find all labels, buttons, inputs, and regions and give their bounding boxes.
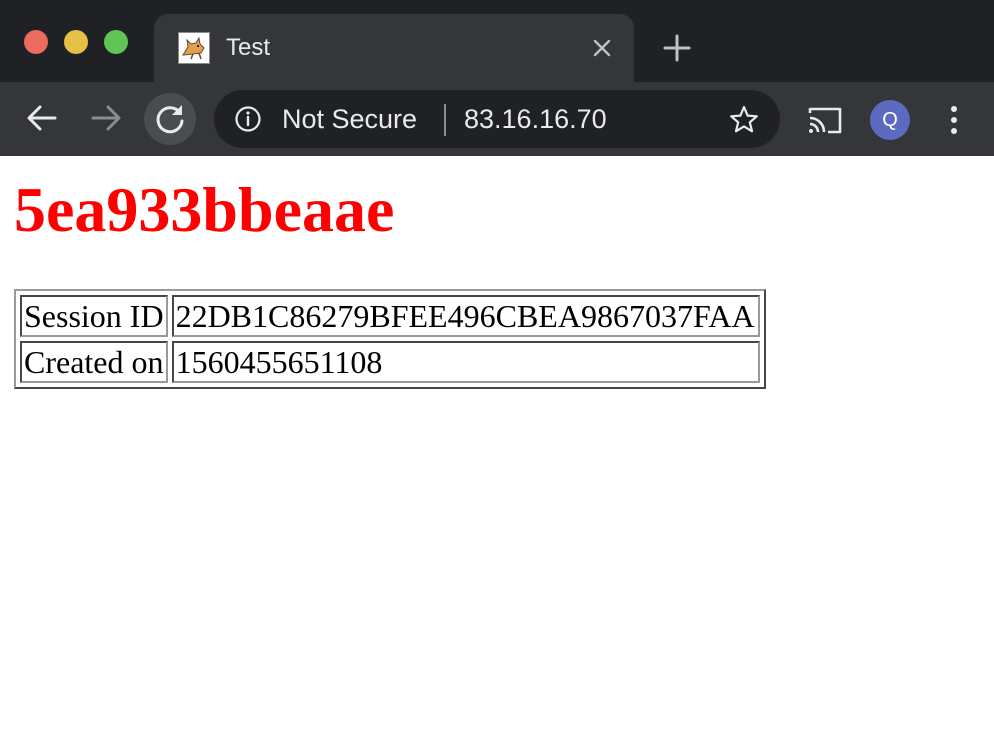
page-heading: 5ea933bbeaae (14, 174, 395, 245)
back-arrow-icon[interactable] (16, 93, 68, 145)
cast-icon[interactable] (806, 104, 844, 136)
table-row: Created on 1560455651108 (20, 341, 760, 383)
url-text[interactable]: 83.16.16.70 (464, 104, 607, 135)
info-icon[interactable] (234, 105, 262, 133)
tomcat-icon (178, 32, 210, 64)
minimize-window-button[interactable] (64, 30, 88, 54)
tab-test[interactable]: Test (154, 14, 634, 82)
more-menu-icon[interactable] (938, 100, 970, 140)
browser-chrome: Test Not Secure 83.16.16.70 Q (0, 0, 994, 156)
session-table: Session ID 22DB1C86279BFEE496CBEA9867037… (14, 289, 766, 389)
tab-title: Test (226, 34, 271, 61)
page-content: 5ea933bbeaae Session ID 22DB1C86279BFEE4… (0, 156, 994, 748)
profile-avatar[interactable]: Q (870, 100, 910, 140)
tab-strip: Test (0, 0, 994, 82)
security-label[interactable]: Not Secure (282, 104, 417, 135)
omnibox-divider (444, 104, 446, 136)
table-cell-label: Created on (20, 341, 168, 383)
close-window-button[interactable] (24, 30, 48, 54)
address-bar[interactable]: Not Secure 83.16.16.70 (214, 90, 780, 148)
forward-arrow-icon[interactable] (80, 93, 132, 145)
new-tab-icon[interactable] (662, 33, 692, 63)
reload-icon[interactable] (144, 93, 196, 145)
table-cell-value: 1560455651108 (171, 341, 760, 383)
bookmark-star-icon[interactable] (728, 104, 760, 136)
table-cell-value: 22DB1C86279BFEE496CBEA9867037FAA (171, 295, 760, 337)
toolbar: Not Secure 83.16.16.70 Q (0, 82, 994, 156)
table-row: Session ID 22DB1C86279BFEE496CBEA9867037… (20, 295, 760, 337)
zoom-window-button[interactable] (104, 30, 128, 54)
close-tab-icon[interactable] (588, 34, 616, 62)
table-cell-label: Session ID (20, 295, 168, 337)
